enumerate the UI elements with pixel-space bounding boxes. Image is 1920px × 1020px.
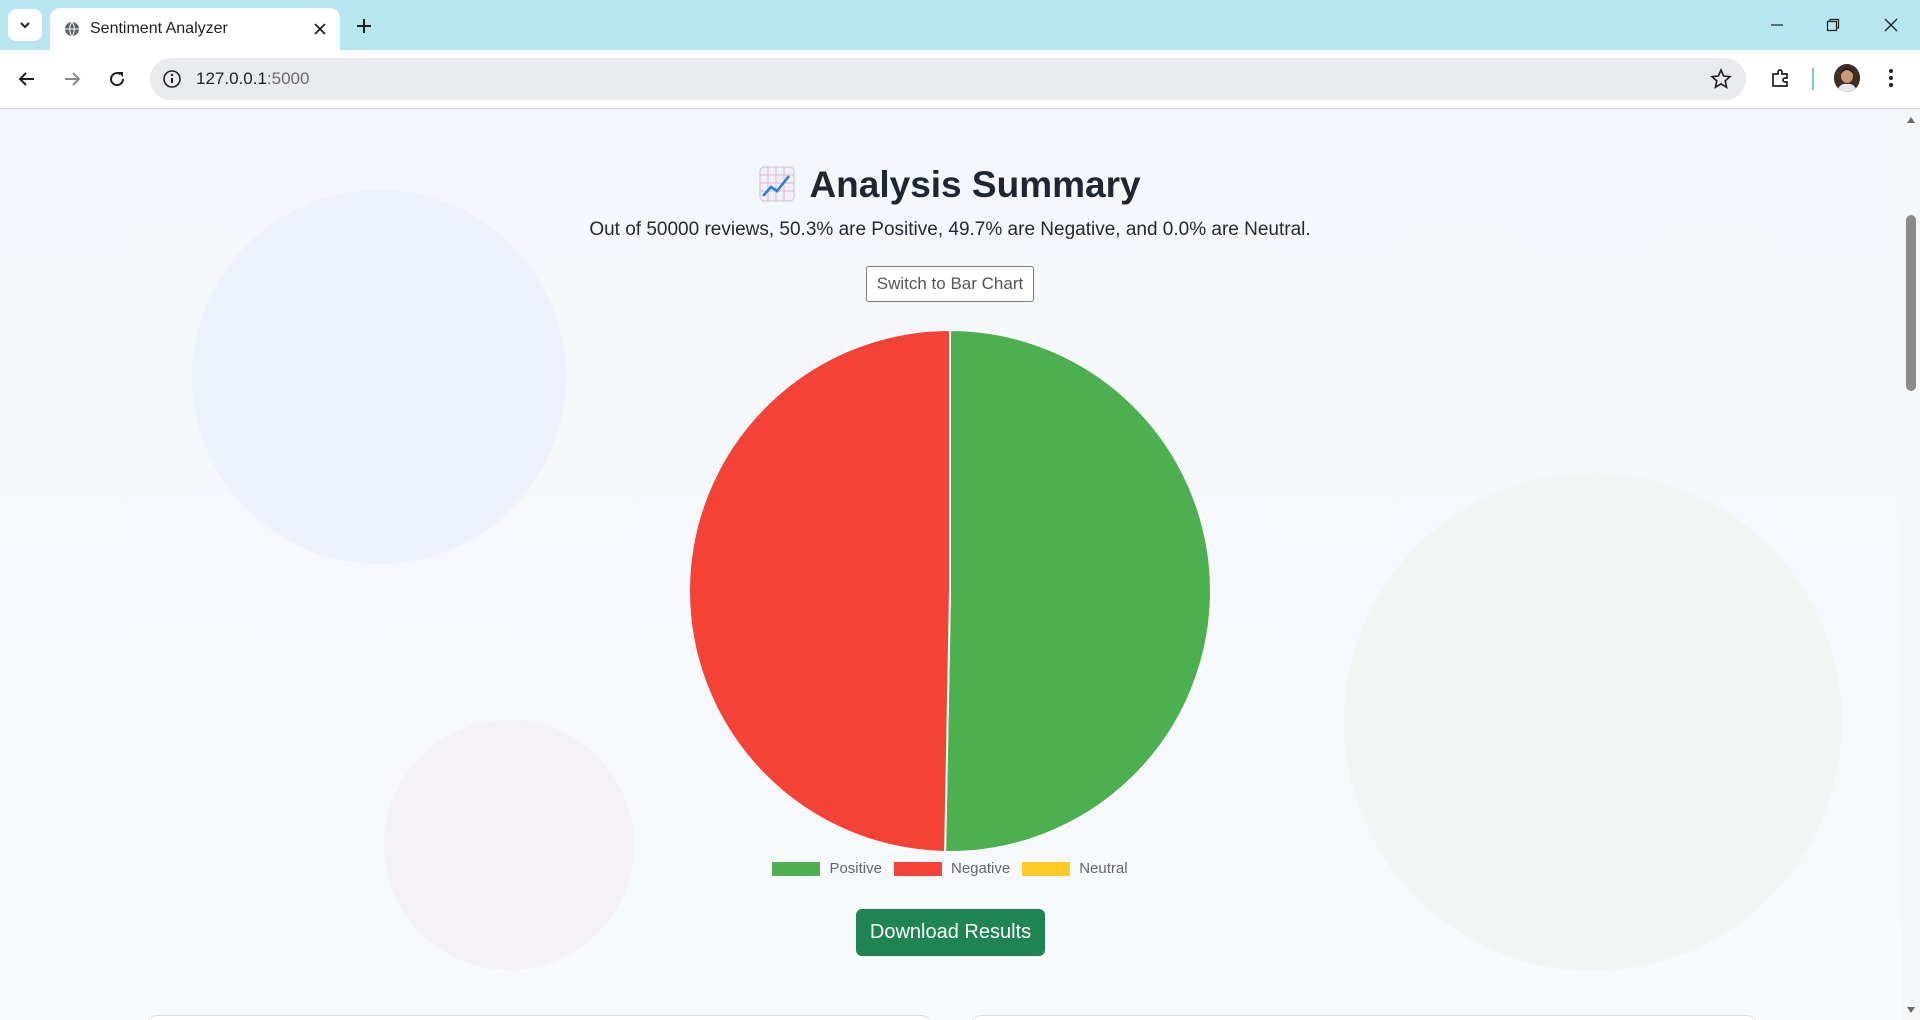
summary-text: Out of 50000 reviews, 50.3% are Positive… xyxy=(589,219,1311,240)
page-title: Analysis Summary xyxy=(0,164,1900,206)
pie-slice-positive[interactable] xyxy=(944,328,1212,853)
browser-toolbar: 127.0.0.1:5000 xyxy=(0,50,1920,109)
restore-icon xyxy=(1826,18,1840,32)
page-content: Analysis Summary Out of 50000 reviews, 5… xyxy=(0,109,1902,1020)
scroll-up-arrow-icon[interactable] xyxy=(1906,115,1916,125)
results-card xyxy=(146,1015,932,1020)
legend-label: Negative xyxy=(950,860,1011,877)
reload-button[interactable] xyxy=(100,62,134,96)
kebab-menu-icon xyxy=(1889,69,1893,87)
sentiment-pie-chart xyxy=(680,321,1220,861)
reload-icon xyxy=(110,72,125,87)
legend-item-positive[interactable]: Positive xyxy=(772,860,882,877)
back-button[interactable] xyxy=(10,62,44,96)
minimize-button[interactable] xyxy=(1754,10,1800,40)
close-window-button[interactable] xyxy=(1868,10,1914,40)
results-card xyxy=(970,1015,1758,1020)
browser-menu-button[interactable] xyxy=(1876,63,1906,93)
url-host: 127.0.0.1 xyxy=(196,69,267,88)
url-text[interactable]: 127.0.0.1:5000 xyxy=(196,69,309,89)
page-scrollbar[interactable] xyxy=(1902,109,1920,1020)
scrollbar-thumb[interactable] xyxy=(1906,215,1916,391)
chevron-down-icon xyxy=(20,22,30,29)
bookmark-star-icon[interactable] xyxy=(1710,68,1732,90)
tab-title: Sentiment Analyzer xyxy=(90,20,228,37)
pie-chart-svg xyxy=(688,328,1212,853)
forward-button[interactable] xyxy=(55,62,89,96)
extensions-button[interactable] xyxy=(1766,63,1796,93)
plus-icon xyxy=(357,19,371,33)
browser-tab[interactable]: Sentiment Analyzer xyxy=(50,8,340,50)
pie-slice-negative[interactable] xyxy=(688,328,951,853)
decorative-circle xyxy=(1344,473,1842,971)
chart-legend: Positive Negative Neutral xyxy=(0,860,1900,877)
legend-item-negative[interactable]: Negative xyxy=(893,860,1011,877)
profile-avatar[interactable] xyxy=(1834,64,1860,92)
switch-to-bar-chart-button[interactable]: Switch to Bar Chart xyxy=(866,266,1034,302)
legend-label: Neutral xyxy=(1079,860,1128,877)
puzzle-piece-icon xyxy=(1772,69,1788,87)
globe-icon xyxy=(65,21,79,37)
arrow-left-icon xyxy=(18,72,34,86)
decorative-circle xyxy=(192,190,566,564)
site-info-icon[interactable] xyxy=(162,69,182,89)
chart-increasing-icon xyxy=(759,166,795,202)
download-results-button[interactable]: Download Results xyxy=(856,909,1045,956)
page-title-text: Analysis Summary xyxy=(809,164,1141,205)
tab-search-button[interactable] xyxy=(8,9,42,41)
toolbar-divider xyxy=(1812,68,1814,90)
restore-button[interactable] xyxy=(1810,10,1856,40)
legend-label: Positive xyxy=(829,860,882,877)
arrow-right-icon xyxy=(65,72,81,86)
decorative-circle xyxy=(384,720,634,970)
legend-item-neutral[interactable]: Neutral xyxy=(1022,860,1128,877)
scroll-down-arrow-icon[interactable] xyxy=(1906,1005,1916,1015)
browser-tab-strip: Sentiment Analyzer xyxy=(0,0,1920,50)
new-tab-button[interactable] xyxy=(352,14,376,38)
address-bar[interactable]: 127.0.0.1:5000 xyxy=(150,58,1746,100)
close-tab-icon[interactable] xyxy=(310,19,330,39)
profile-photo-icon xyxy=(1834,64,1860,92)
minimize-icon xyxy=(1771,24,1783,26)
legend-swatch xyxy=(893,861,942,876)
legend-swatch xyxy=(772,861,821,876)
legend-swatch xyxy=(1022,861,1071,876)
url-port: :5000 xyxy=(266,69,310,88)
close-icon xyxy=(1884,18,1898,32)
